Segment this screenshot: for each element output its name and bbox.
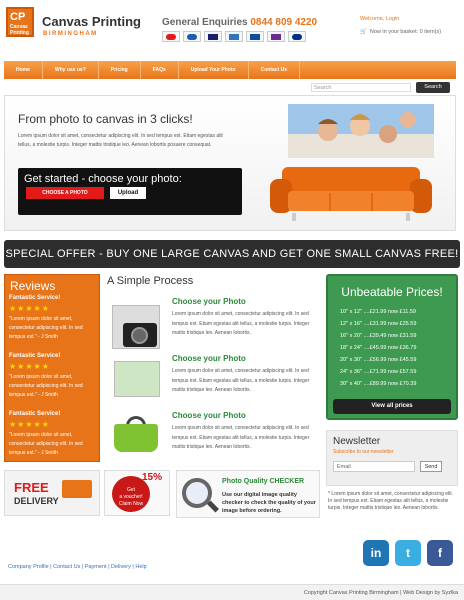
twitter-icon[interactable]: t <box>395 540 421 566</box>
newsletter-subtitle: Subscribe to our newsletter <box>333 449 394 455</box>
linkedin-icon[interactable]: in <box>363 540 389 566</box>
step-title: Choose your Photo <box>172 354 246 363</box>
price-row: 24" x 36" ....£71.99 now £57.59 <box>340 369 417 375</box>
welcome-login-link[interactable]: Welcome, Login <box>360 16 399 22</box>
amex-icon <box>225 31 243 42</box>
step-text: Lorem ipsum dolor sit amet, consectetur … <box>172 368 310 393</box>
review-text: "Lorem ipsum dolor sit amet, consectetur… <box>9 432 83 456</box>
family-canvas-image <box>288 104 434 158</box>
voucher-line2: a voucher! <box>119 494 143 500</box>
step-text: Lorem ipsum dolor sit amet, consectetur … <box>172 425 310 450</box>
logo[interactable]: CP Canvas Printing <box>6 7 34 37</box>
view-all-prices-button[interactable]: View all prices <box>333 399 451 414</box>
rating-stars: ★★★★★ <box>9 362 50 371</box>
review-item: Fantastic Service! ★★★★★ "Lorem ipsum do… <box>9 294 97 342</box>
special-offer-banner[interactable]: SPECIAL OFFER - BUY ONE LARGE CANVAS AND… <box>4 240 460 268</box>
upload-button[interactable]: Upload <box>110 187 146 199</box>
main-nav: Home Why use us? Pricing FAQs Upload You… <box>4 61 456 79</box>
step-text: Lorem ipsum dolor sit amet, consectetur … <box>172 311 310 336</box>
price-row: 10" x 12" ....£21.99 now £11.59 <box>340 309 416 315</box>
paypal-icon <box>288 31 306 42</box>
free-label: FREE <box>14 480 49 495</box>
truck-icon <box>62 480 92 498</box>
brand-city: BIRMINGHAM <box>43 31 98 37</box>
newsletter-text: * Lorem ipsum dolor sit amet, consectetu… <box>328 491 454 511</box>
nav-contact-us[interactable]: Contact Us <box>249 61 300 79</box>
mastercard-icon <box>162 31 180 42</box>
facebook-icon[interactable]: f <box>427 540 453 566</box>
basket-icon: 🛒 <box>360 29 367 35</box>
prices-title: Unbeatable Prices! <box>341 285 443 299</box>
choose-photo-button[interactable]: CHOOSE A PHOTO <box>26 187 104 199</box>
voucher-line1: Get <box>126 487 136 493</box>
nav-upload-photo[interactable]: Upload Your Photo <box>179 61 249 79</box>
camera-lens <box>131 327 148 344</box>
logo-subtext: Canvas Printing <box>10 24 29 36</box>
payment-cards <box>162 31 306 42</box>
brand-name: Canvas Printing <box>42 14 141 29</box>
rating-stars: ★★★★★ <box>9 304 50 313</box>
delivery-label: DELIVERY <box>14 496 59 506</box>
voucher-line3: Claim Now <box>118 501 144 507</box>
voucher-badge: 15% <box>142 472 163 483</box>
quality-checker-text: Use our digital image quality checker to… <box>222 492 316 514</box>
nav-faqs[interactable]: FAQs <box>141 61 179 79</box>
step-title: Choose your Photo <box>172 411 246 420</box>
review-heading: Fantastic Service! <box>9 295 61 301</box>
price-row: 18" x 24" ....£45.99 now £36.79 <box>340 345 417 351</box>
visa-icon <box>204 31 222 42</box>
shopping-basket-icon <box>114 424 158 452</box>
price-row: 30" x 40" ....£89.99 now £70.39 <box>340 381 417 387</box>
newsletter-title: Newsletter <box>333 436 381 447</box>
review-text: "Lorem ipsum dolor sit amet, consectetur… <box>9 374 83 398</box>
logo-text: CP <box>10 11 26 23</box>
hero-text: Lorem ipsum dolor sit amet, consectetur … <box>18 133 223 148</box>
newsletter-email-input[interactable]: Email <box>333 461 415 472</box>
quality-checker-title: Photo Quality CHECKER <box>222 478 305 485</box>
search-input[interactable]: Search <box>311 83 411 92</box>
review-heading: Fantastic Service! <box>9 353 61 359</box>
rating-stars: ★★★★★ <box>9 420 50 429</box>
nav-why-use-us[interactable]: Why use us? <box>43 61 99 79</box>
phone-number: 0844 809 4220 <box>250 17 318 28</box>
reviews-title: Reviews <box>10 279 56 293</box>
enquiries-label: General Enquiries <box>162 17 248 28</box>
footer-links[interactable]: Company Profile | Contact Us | Payment |… <box>8 564 147 570</box>
price-row: 20" x 30" ....£56.99 now £45.59 <box>340 357 417 363</box>
step-title: Choose your Photo <box>172 297 246 306</box>
review-text: "Lorem ipsum dolor sit amet, consectetur… <box>9 316 83 340</box>
price-row: 16" x 20" ....£39.49 now £31.59 <box>340 333 417 339</box>
price-row: 12" x 16" ....£31.99 now £25.59 <box>340 321 417 327</box>
hero-title: From photo to canvas in 3 clicks! <box>18 112 193 126</box>
nav-home[interactable]: Home <box>4 61 43 79</box>
review-heading: Fantastic Service! <box>9 411 61 417</box>
get-started-title: Get started - choose your photo: <box>24 173 182 185</box>
cirrus-icon <box>246 31 264 42</box>
review-item: Fantastic Service! ★★★★★ "Lorem ipsum do… <box>9 410 97 458</box>
basket-text: Now in your basket: 0 item(s) <box>369 29 442 35</box>
enquiries: General Enquiries 0844 809 4220 <box>162 17 317 28</box>
nav-pricing[interactable]: Pricing <box>99 61 141 79</box>
orange-sofa-image <box>270 167 432 221</box>
process-title: A Simple Process <box>107 275 194 287</box>
solo-icon <box>267 31 285 42</box>
newsletter-send-button[interactable]: Send <box>420 461 442 472</box>
search-button[interactable]: Search <box>416 82 450 93</box>
copyright: Copyright Canvas Printing Birmingham | W… <box>0 584 464 600</box>
maestro-icon <box>183 31 201 42</box>
review-item: Fantastic Service! ★★★★★ "Lorem ipsum do… <box>9 352 97 400</box>
photos-icon <box>114 361 160 397</box>
basket-status[interactable]: 🛒 Now in your basket: 0 item(s) <box>360 29 441 35</box>
